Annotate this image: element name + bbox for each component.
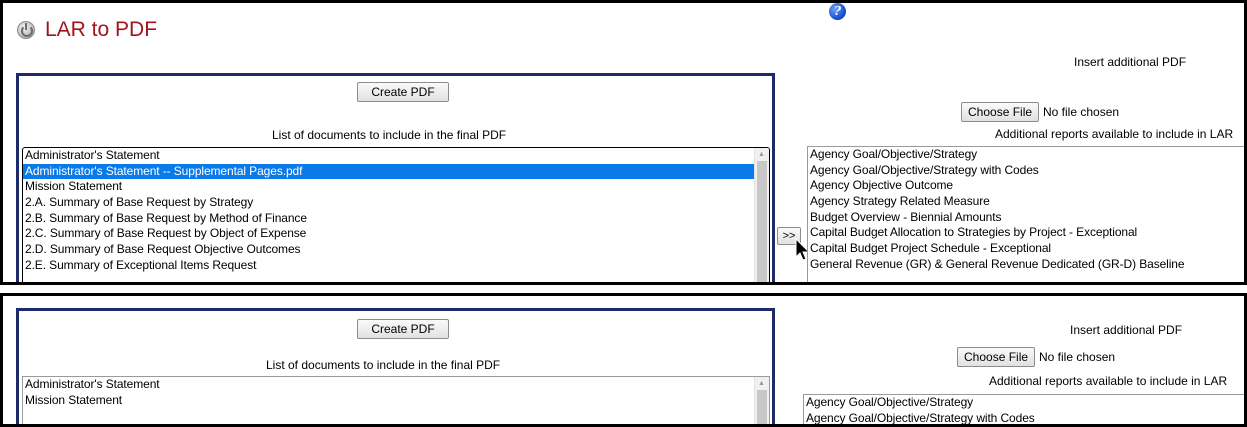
choose-file-button[interactable]: Choose File — [957, 347, 1036, 367]
create-pdf-button[interactable]: Create PDF — [357, 319, 449, 339]
insert-pdf-caption: Insert additional PDF — [1070, 323, 1183, 337]
top-screen: LAR to PDF ? Create PDF List of document… — [0, 0, 1247, 285]
report-list-item[interactable]: Agency Goal/Objective/Strategy — [808, 147, 1244, 163]
bottom-screen: Create PDF List of documents to include … — [0, 293, 1247, 427]
document-list-item[interactable]: 2.C. Summary of Base Request by Object o… — [23, 226, 769, 242]
report-list-item[interactable]: Agency Objective Outcome — [808, 178, 1244, 194]
document-list[interactable]: Administrator's Statement Administrator's… — [22, 147, 770, 282]
scroll-up-icon[interactable]: ▲ — [758, 380, 765, 387]
report-list-item[interactable]: General Revenue (GR) & General Revenue D… — [808, 257, 1244, 273]
scrollbar-thumb[interactable] — [757, 161, 767, 282]
page-title: LAR to PDF — [45, 18, 158, 41]
report-list-item[interactable]: Capital Budget Project Schedule - Except… — [808, 241, 1244, 257]
insert-pdf-caption: Insert additional PDF — [1074, 55, 1187, 69]
report-list-item[interactable]: Budget Overview - Biennial Amounts — [808, 210, 1244, 226]
additional-reports-list[interactable]: Agency Goal/Objective/Strategy Agency Goa… — [803, 394, 1244, 424]
report-list-item[interactable]: Agency Goal/Objective/Strategy — [804, 395, 1244, 411]
help-icon[interactable]: ? — [829, 3, 846, 20]
document-list-item[interactable]: Administrator's Statement — [23, 377, 769, 393]
scrollbar-thumb[interactable] — [757, 390, 767, 424]
create-pdf-button[interactable]: Create PDF — [357, 82, 449, 102]
document-list-item[interactable]: 2.D. Summary of Base Request Objective O… — [23, 242, 769, 258]
document-list-item[interactable]: Mission Statement — [23, 179, 769, 195]
report-list-item[interactable]: Capital Budget Allocation to Strategies … — [808, 225, 1244, 241]
document-list-caption: List of documents to include in the fina… — [272, 128, 507, 142]
document-list-item[interactable]: Mission Statement — [23, 393, 769, 409]
power-icon[interactable] — [17, 21, 35, 39]
document-list-item[interactable]: 2.E. Summary of Exceptional Items Reques… — [23, 258, 769, 274]
file-status: No file chosen — [1039, 350, 1116, 364]
document-list-scrollbar[interactable]: ▲ — [754, 148, 769, 282]
document-list-item[interactable]: 2.B. Summary of Base Request by Method o… — [23, 211, 769, 227]
document-list[interactable]: Administrator's Statement Mission Stateme… — [22, 376, 770, 424]
document-list-item[interactable]: 2.A. Summary of Base Request by Strategy — [23, 195, 769, 211]
document-list-item[interactable]: Administrator's Statement -- Supplementa… — [23, 163, 755, 180]
document-list-panel: Create PDF List of documents to include … — [16, 308, 775, 424]
scroll-up-icon[interactable]: ▲ — [758, 151, 765, 158]
report-list-item[interactable]: Agency Goal/Objective/Strategy with Code… — [808, 163, 1244, 179]
document-list-caption: List of documents to include in the fina… — [266, 358, 501, 372]
file-status: No file chosen — [1043, 105, 1120, 119]
choose-file-button[interactable]: Choose File — [961, 102, 1040, 122]
additional-reports-caption: Additional reports available to include … — [989, 374, 1228, 388]
screen-separator — [0, 285, 1247, 293]
report-list-item[interactable]: Agency Strategy Related Measure — [808, 194, 1244, 210]
document-list-panel: Create PDF List of documents to include … — [16, 73, 775, 282]
document-list-scrollbar[interactable]: ▲ — [754, 377, 769, 424]
additional-reports-list[interactable]: Agency Goal/Objective/Strategy Agency Goa… — [807, 146, 1244, 282]
additional-reports-caption: Additional reports available to include … — [995, 127, 1234, 141]
report-list-item[interactable]: Agency Goal/Objective/Strategy with Code… — [804, 411, 1244, 424]
title-bar: LAR to PDF — [17, 17, 157, 43]
document-list-item[interactable]: Administrator's Statement — [23, 148, 769, 164]
